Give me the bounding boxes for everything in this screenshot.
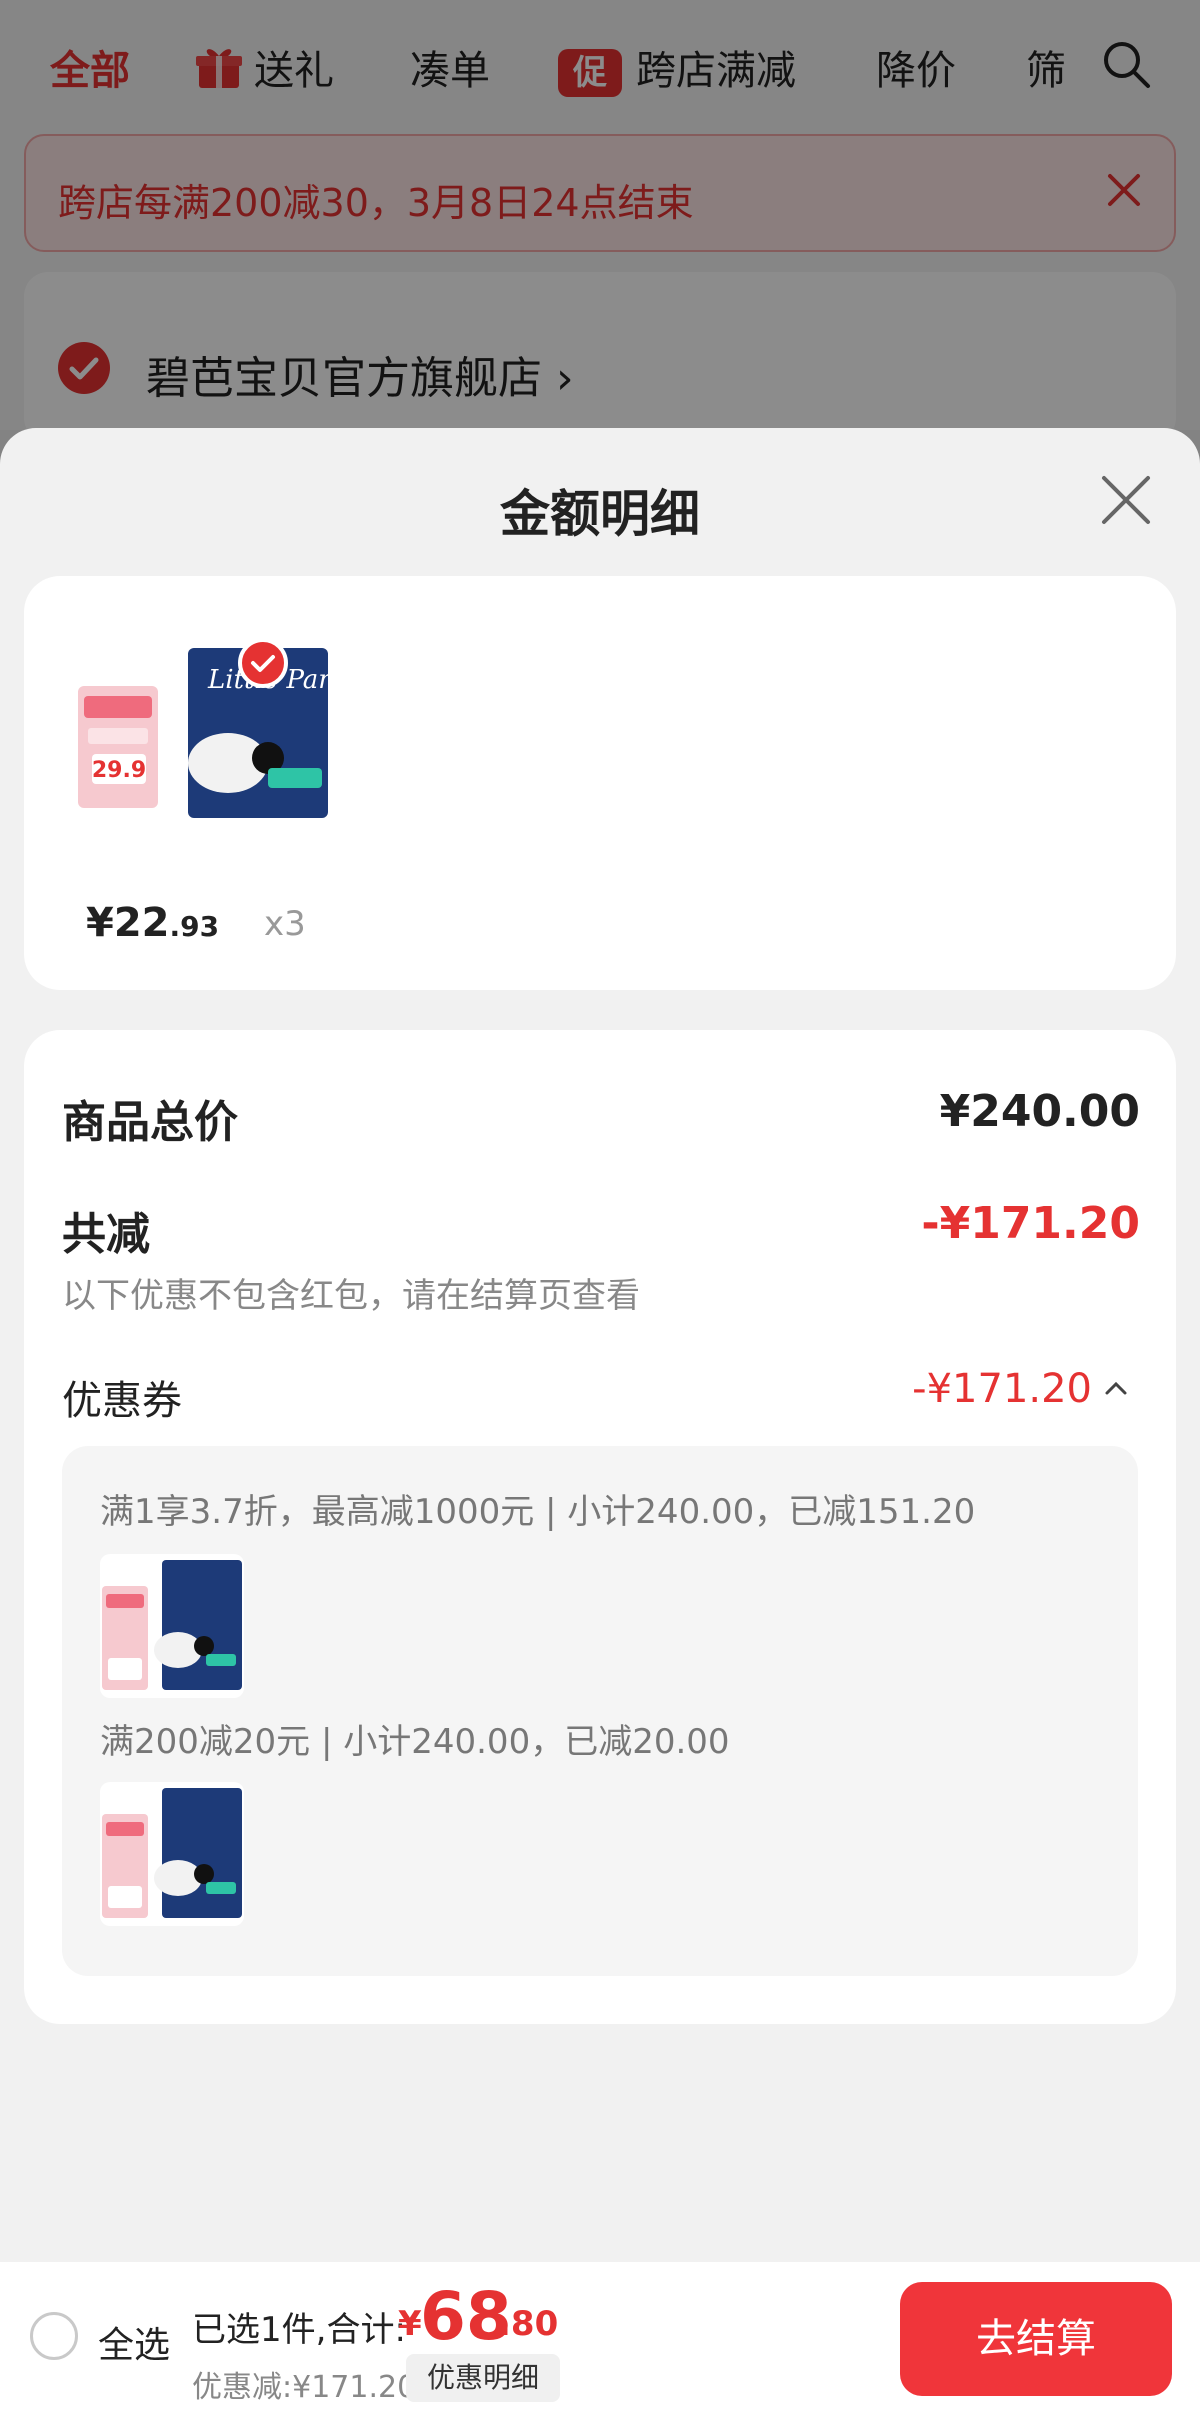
- sheet-title: 金额明细: [500, 485, 700, 543]
- total-amount-decimal: .80: [498, 2304, 559, 2344]
- thumb-price-label: 29.9: [92, 758, 146, 783]
- amount-detail-sheet: 金额明细 29.9 Little Panda ¥22.93 x3 商品总价 ¥2…: [0, 428, 1200, 2413]
- reduction-note: 以下优惠不包含红包，请在结算页查看: [62, 1276, 640, 1316]
- product-thumbnail: [100, 1554, 244, 1698]
- product-image[interactable]: 29.9 Little Panda: [78, 648, 328, 818]
- close-icon[interactable]: [1098, 472, 1154, 528]
- product-thumbnail: [100, 1782, 244, 1926]
- coupon-label: 优惠券: [62, 1378, 182, 1424]
- chevron-up-icon: [1105, 1381, 1127, 1395]
- coupon-toggle[interactable]: -¥171.20: [912, 1366, 1128, 1412]
- coupon-line: 满1享3.7折，最高减1000元 | 小计240.00，已减151.20: [100, 1492, 976, 1532]
- total-reduction-value: -¥171.20: [921, 1198, 1140, 1249]
- coupon-line: 满200减20元 | 小计240.00，已减20.00: [100, 1722, 730, 1762]
- select-all-label[interactable]: 全选: [98, 2316, 170, 2368]
- checkout-button[interactable]: 去结算: [900, 2282, 1172, 2396]
- goods-total-label: 商品总价: [62, 1097, 238, 1148]
- product-quantity: x3: [264, 904, 306, 944]
- product-price: ¥22.93: [86, 900, 220, 946]
- selected-count: 已选1件,合计:: [192, 2310, 406, 2350]
- discount-detail-button[interactable]: 优惠明细: [406, 2354, 560, 2402]
- product-card: 29.9 Little Panda ¥22.93 x3: [24, 576, 1176, 990]
- price-detail-card: 商品总价 ¥240.00 共减 -¥171.20 以下优惠不包含红包，请在结算页…: [24, 1030, 1176, 2024]
- goods-total-value: ¥240.00: [939, 1086, 1140, 1137]
- select-all-checkbox[interactable]: [30, 2312, 78, 2360]
- check-icon[interactable]: [238, 638, 288, 688]
- checkout-bar: 全选 已选1件,合计: ¥ 68 .80 优惠减:¥171.20 优惠明细 去结…: [0, 2262, 1200, 2413]
- discount-summary: 优惠减:¥171.20: [192, 2370, 417, 2405]
- coupon-breakdown: 满1享3.7折，最高减1000元 | 小计240.00，已减151.20 满20…: [62, 1446, 1138, 1976]
- total-reduction-label: 共减: [62, 1209, 150, 1260]
- coupon-value: -¥171.20: [912, 1366, 1092, 1412]
- total-currency: ¥: [398, 2304, 422, 2344]
